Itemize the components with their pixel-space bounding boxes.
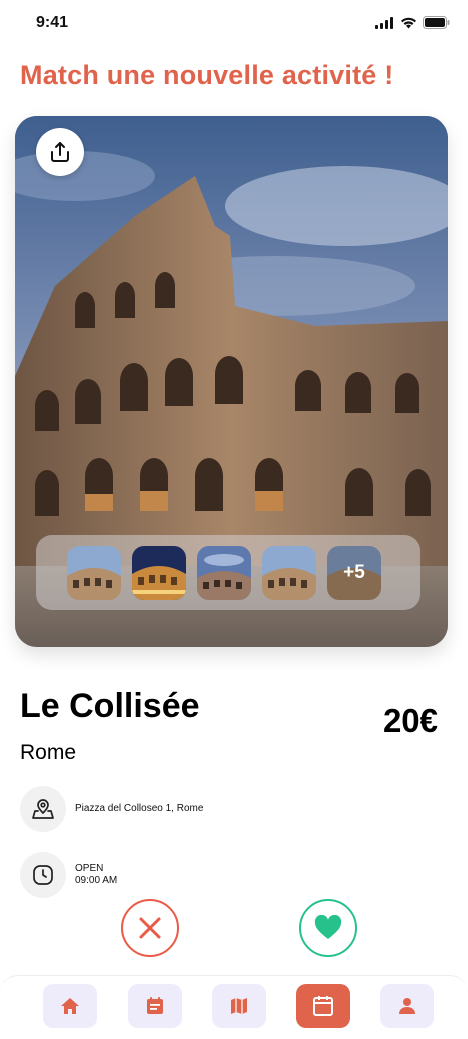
nav-agenda[interactable]	[128, 984, 182, 1028]
thumbnail-1[interactable]	[67, 545, 121, 600]
nav-home[interactable]	[43, 984, 97, 1028]
signal-icon	[375, 16, 393, 29]
activity-city: Rome	[20, 741, 77, 764]
more-photos-count: +5	[327, 545, 381, 600]
nav-profile[interactable]	[380, 984, 434, 1028]
like-button[interactable]	[299, 899, 357, 957]
list-calendar-icon	[147, 997, 163, 1014]
map-icon	[231, 998, 247, 1014]
status-time: 9:41	[36, 14, 69, 31]
bottom-nav	[0, 975, 468, 1039]
status-bar: 9:41	[0, 0, 468, 48]
share-button[interactable]	[36, 128, 84, 176]
nav-map[interactable]	[212, 984, 266, 1028]
heart-icon	[314, 915, 342, 939]
activity-name: Le Collisée	[20, 687, 200, 725]
thumbnail-more[interactable]: +5	[327, 545, 381, 600]
share-icon	[51, 142, 69, 162]
thumbnail-strip: +5	[36, 535, 420, 610]
close-icon	[139, 917, 161, 939]
home-icon	[61, 998, 79, 1014]
open-status: OPEN	[75, 863, 104, 874]
thumbnail-3[interactable]	[197, 545, 251, 600]
clock-icon	[20, 852, 66, 898]
wifi-icon	[401, 17, 416, 28]
hero-image-card[interactable]: +5	[15, 116, 448, 647]
hours-row: OPEN 09:00 AM	[20, 852, 117, 898]
page-title: Match une nouvelle activité !	[20, 60, 394, 90]
address-text: Piazza del Colloseo 1, Rome	[75, 803, 204, 814]
hours-text: OPEN 09:00 AM	[75, 863, 117, 887]
status-icons	[375, 16, 450, 29]
nav-calendar[interactable]	[296, 984, 350, 1028]
calendar-icon	[313, 996, 333, 1016]
address-row: Piazza del Colloseo 1, Rome	[20, 786, 203, 832]
thumbnail-4[interactable]	[262, 545, 316, 600]
battery-icon	[423, 16, 450, 29]
opening-time: 09:00 AM	[75, 875, 118, 886]
location-pin-icon	[20, 786, 66, 832]
user-icon	[399, 998, 415, 1014]
activity-price: 20€	[382, 702, 438, 739]
thumbnail-2[interactable]	[132, 545, 186, 600]
reject-button[interactable]	[121, 899, 179, 957]
